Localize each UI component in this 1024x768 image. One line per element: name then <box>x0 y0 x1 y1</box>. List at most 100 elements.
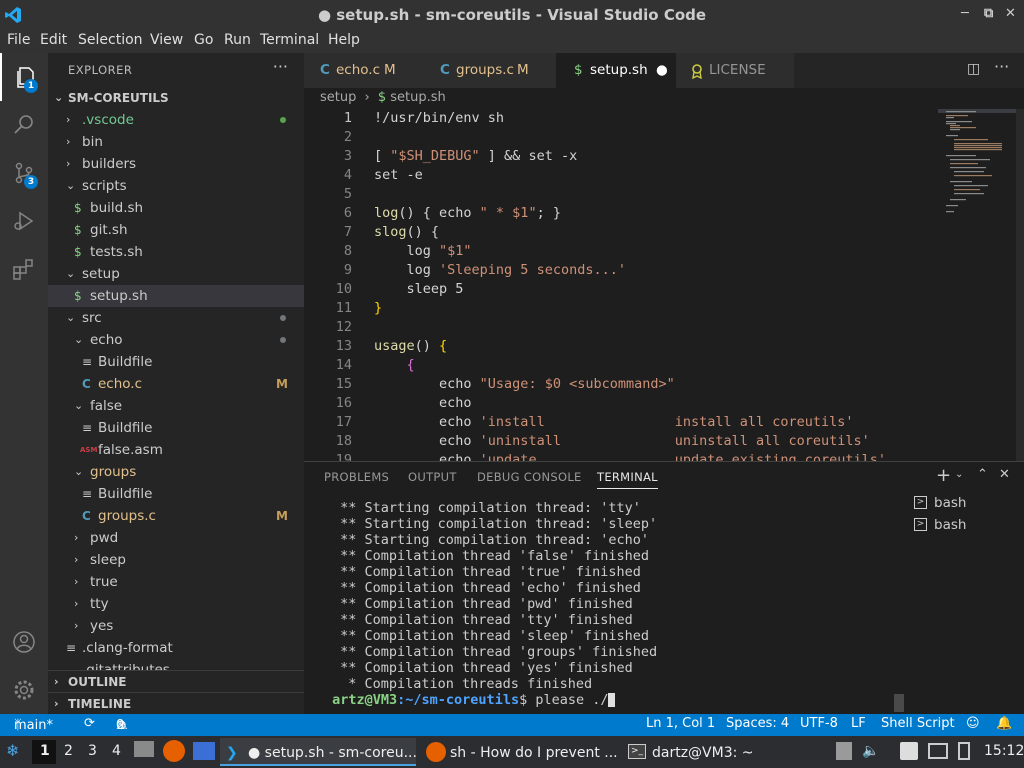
outline-section[interactable]: › OUTLINE <box>48 670 304 692</box>
unsaved-dot-icon[interactable]: ● <box>656 53 668 88</box>
tree-item-echo[interactable]: ⌄ echo <box>48 329 304 351</box>
tree-item-groups-c[interactable]: Cgroups.c M <box>48 505 304 527</box>
tree-item-buildfile[interactable]: ≡ Buildfile <box>48 417 304 439</box>
tree-item-src[interactable]: ⌄ src <box>48 307 304 329</box>
volume-icon[interactable]: 🔈 <box>862 743 879 759</box>
tab-echo-c[interactable]: C echo.c M <box>304 53 430 88</box>
new-terminal-icon[interactable]: + <box>936 465 951 486</box>
breadcrumb-file[interactable]: setup.sh <box>390 90 446 105</box>
tab-output[interactable]: OUTPUT <box>408 470 457 484</box>
tree-item-pwd[interactable]: › pwd <box>48 527 304 549</box>
menu-help[interactable]: Help <box>328 32 360 48</box>
tree-item-sleep[interactable]: › sleep <box>48 549 304 571</box>
code-line[interactable]: 18 echo 'uninstall uninstall all coreuti… <box>304 432 934 451</box>
code-line[interactable]: 8 log "$1" <box>304 242 934 261</box>
maximize-panel-icon[interactable]: ⌃ <box>977 467 988 482</box>
split-editor-icon[interactable]: ◫ <box>967 61 980 77</box>
menu-run[interactable]: Run <box>224 32 251 48</box>
language-status[interactable]: Shell Script <box>881 716 955 731</box>
code-line[interactable]: 1 !/usr/bin/env sh <box>304 109 934 128</box>
notifications-icon[interactable]: 🔔 <box>996 716 1012 731</box>
tree-item-groups[interactable]: ⌄ groups <box>48 461 304 483</box>
cursor-position[interactable]: Ln 1, Col 1 <box>646 716 715 731</box>
explorer-button[interactable]: 1 <box>0 53 48 101</box>
terminal-scrollbar[interactable] <box>894 694 904 712</box>
workspace-4[interactable]: 4 <box>112 743 121 759</box>
terminal-output[interactable]: ** Starting compilation thread: 'tty' **… <box>332 500 902 712</box>
code-line[interactable]: 2 <box>304 128 934 147</box>
sync-icon[interactable]: ⟳ <box>84 716 95 731</box>
feedback-icon[interactable]: ☺ <box>966 716 980 731</box>
extensions-button[interactable] <box>0 245 48 293</box>
tab-problems[interactable]: PROBLEMS <box>324 470 389 484</box>
tree-item-bin[interactable]: › bin <box>48 131 304 153</box>
code-line[interactable]: 4 set -e <box>304 166 934 185</box>
tree-item-setup-sh[interactable]: $ setup.sh <box>48 285 304 307</box>
close-panel-icon[interactable]: ✕ <box>999 467 1010 482</box>
code-line[interactable]: 13 usage() { <box>304 337 934 356</box>
notes-icon[interactable] <box>900 742 918 760</box>
tree-item-echo-c[interactable]: Cecho.c M <box>48 373 304 395</box>
task-terminal[interactable]: >_ dartz@VM3: ~ <box>622 738 754 766</box>
tree-item-vscode[interactable]: › .vscode <box>48 109 304 131</box>
workspace-1[interactable]: 1 <box>32 740 56 764</box>
terminal-prompt[interactable]: dartz@VM3:~/sm-coreutils$ please ./ <box>332 692 616 708</box>
tree-item-build-sh[interactable]: $ build.sh <box>48 197 304 219</box>
chevron-down-icon[interactable]: ⌄ <box>955 469 963 480</box>
code-line[interactable]: 15 echo "Usage: $0 <subcommand>" <box>304 375 934 394</box>
accounts-button[interactable] <box>0 618 48 666</box>
tree-item-false-asm[interactable]: ASM false.asm <box>48 439 304 461</box>
code-line[interactable]: 10 sleep 5 <box>304 280 934 299</box>
workspace-3[interactable]: 3 <box>88 743 97 759</box>
menu-view[interactable]: View <box>150 32 183 48</box>
manage-button[interactable] <box>0 666 48 714</box>
clipboard-icon[interactable] <box>836 742 852 760</box>
minimap[interactable] <box>938 109 1018 229</box>
code-line[interactable]: 3 [ "$SH_DEBUG" ] && set -x <box>304 147 934 166</box>
run-debug-button[interactable] <box>0 197 48 245</box>
tree-item-git-sh[interactable]: $ git.sh <box>48 219 304 241</box>
code-line[interactable]: 14 { <box>304 356 934 375</box>
tree-item-setup[interactable]: ⌄ setup <box>48 263 304 285</box>
code-line[interactable]: 7 slog() { <box>304 223 934 242</box>
terminal-item[interactable]: > bash <box>914 492 1024 514</box>
tree-item-buildfile[interactable]: ≡ Buildfile <box>48 351 304 373</box>
code-line[interactable]: 19 echo 'update update existing coreutil… <box>304 451 934 461</box>
window-icon[interactable] <box>193 742 215 760</box>
task-vscode[interactable]: ❯ ● setup.sh - sm-coreu... <box>220 738 417 766</box>
menu-edit[interactable]: Edit <box>40 32 67 48</box>
code-line[interactable]: 9 log 'Sleeping 5 seconds...' <box>304 261 934 280</box>
tab-setup-sh[interactable]: $ setup.sh ● <box>556 53 676 88</box>
tree-item-buildfile[interactable]: ≡ Buildfile <box>48 483 304 505</box>
file-manager-icon[interactable] <box>134 741 154 757</box>
project-folder[interactable]: ⌄ SM-COREUTILS <box>48 87 304 109</box>
eol-status[interactable]: LF <box>851 716 866 731</box>
minimize-button[interactable]: ─ <box>961 6 969 21</box>
menu-terminal[interactable]: Terminal <box>260 32 319 48</box>
code-line[interactable]: 17 echo 'install install all coreutils' <box>304 413 934 432</box>
restore-button[interactable]: ⧉ <box>984 6 993 21</box>
code-line[interactable]: 11} <box>304 299 934 318</box>
tab-debug-console[interactable]: DEBUG CONSOLE <box>477 470 582 484</box>
code-line[interactable]: 16 echo <box>304 394 934 413</box>
indentation-status[interactable]: Spaces: 4 <box>726 716 789 731</box>
search-button[interactable] <box>0 101 48 149</box>
tree-item-scripts[interactable]: ⌄ scripts <box>48 175 304 197</box>
timeline-section[interactable]: › TIMELINE <box>48 692 304 714</box>
code-line[interactable]: 12 <box>304 318 934 337</box>
menu-file[interactable]: File <box>7 32 30 48</box>
code-editor[interactable]: 1 !/usr/bin/env sh 2 3 [ "$SH_DEBUG" ] && se… <box>304 109 934 461</box>
source-control-button[interactable]: 3 <box>0 149 48 197</box>
tab-terminal[interactable]: TERMINAL <box>597 470 658 489</box>
tree-item-true[interactable]: › true <box>48 571 304 593</box>
code-line[interactable]: 5 <box>304 185 934 204</box>
workspace-2[interactable]: 2 <box>64 743 73 759</box>
menu-go[interactable]: Go <box>194 32 213 48</box>
terminal-item[interactable]: > bash <box>914 514 1024 536</box>
tree-item-false[interactable]: ⌄ false <box>48 395 304 417</box>
encoding-status[interactable]: UTF-8 <box>800 716 838 731</box>
tab-license[interactable]: LICENSE <box>676 53 794 88</box>
tree-item-yes[interactable]: › yes <box>48 615 304 637</box>
editor-scrollbar[interactable] <box>1016 109 1024 461</box>
firefox-icon[interactable] <box>163 740 185 762</box>
